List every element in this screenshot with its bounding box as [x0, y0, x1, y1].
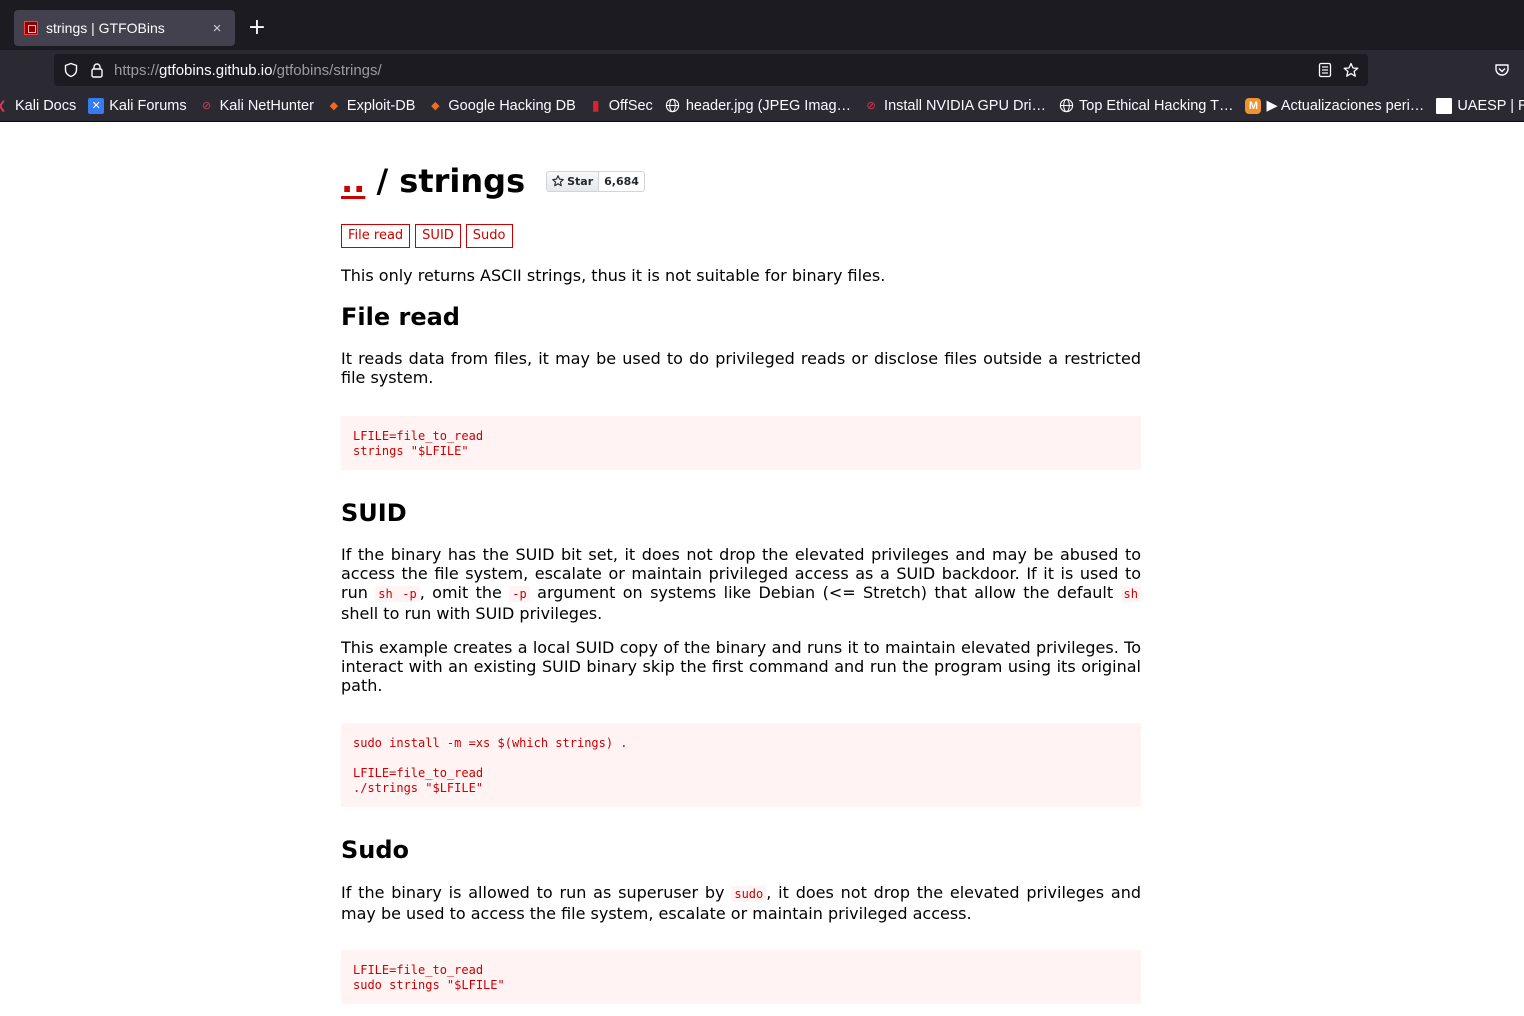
star-count[interactable]: 6,684 [599, 170, 645, 192]
bookmark-header-jpg[interactable]: header.jpg (JPEG Imag… [665, 98, 851, 114]
title-row: .. / strings Star 6,684 [341, 160, 645, 202]
inline-code: -p [509, 586, 530, 602]
suid-desc-text: argument on systems like Debian (<= Stre… [529, 583, 1121, 602]
bookmark-google-hacking-db[interactable]: ◆ Google Hacking DB [427, 97, 576, 114]
bookmark-uaesp[interactable]: UAESP | RU [1436, 97, 1524, 114]
kali-forums-icon: ✕ [88, 97, 105, 114]
github-star-button[interactable]: Star [546, 170, 600, 192]
tag-sudo[interactable]: Sudo [465, 224, 513, 248]
bookmark-top-ethical-hacking[interactable]: Top Ethical Hacking T… [1058, 98, 1233, 114]
reader-view-icon[interactable] [1312, 54, 1338, 86]
url-scheme: https:// [114, 61, 160, 79]
bookmark-kali-nethunter[interactable]: ⊘ Kali NetHunter [199, 98, 314, 114]
bookmark-label: Kali Docs [15, 97, 77, 114]
pocket-icon[interactable] [1492, 60, 1512, 80]
function-tags: File read SUID Sudo [341, 224, 518, 248]
tag-suid[interactable]: SUID [415, 224, 461, 248]
active-tab[interactable]: strings | GTFOBins × [14, 10, 235, 46]
suid-example-description: This example creates a local SUID copy o… [341, 638, 1141, 695]
bookmark-label: header.jpg (JPEG Imag… [685, 97, 852, 114]
file-read-description: It reads data from files, it may be used… [341, 349, 1141, 387]
file-read-code-block[interactable]: LFILE=file_to_read strings "$LFILE" [341, 416, 1141, 470]
offsec-icon: ▮ [591, 97, 600, 113]
globe-icon [1058, 98, 1074, 114]
tab-strip: strings | GTFOBins × + [0, 0, 1524, 50]
bookmark-star-icon[interactable] [1338, 54, 1364, 86]
file-read-heading: File read [341, 303, 460, 331]
suid-code-block[interactable]: sudo install -m =xs $(which strings) . L… [341, 723, 1141, 807]
bookmark-kali-forums[interactable]: ✕ Kali Forums [88, 97, 187, 114]
bookmark-label: OffSec [608, 97, 653, 114]
inline-code: sh [1120, 586, 1141, 602]
star-label: Star [567, 174, 594, 188]
inline-code: sh -p [375, 586, 420, 602]
new-tab-button[interactable]: + [245, 14, 269, 42]
shield-icon[interactable] [58, 54, 84, 86]
sudo-code-block[interactable]: LFILE=file_to_read sudo strings "$LFILE" [341, 950, 1141, 1004]
lock-icon[interactable] [84, 54, 110, 86]
tab-title: strings | GTFOBins [46, 20, 165, 36]
bookmark-actualizaciones[interactable]: M ▶ Actualizaciones peri… [1245, 97, 1425, 114]
page-title: .. / strings [341, 160, 525, 202]
sudo-heading: Sudo [341, 836, 410, 864]
m-icon: M [1245, 97, 1262, 114]
exploitdb-icon: ◆ [329, 100, 339, 112]
sudo-description: If the binary is allowed to run as super… [341, 883, 1141, 923]
parent-link[interactable]: .. [341, 162, 365, 200]
title-separator: / [365, 162, 400, 200]
nethunter-icon: ⊘ [202, 100, 212, 112]
url-text[interactable]: https://gtfobins.github.io/gtfobins/stri… [110, 62, 1312, 79]
bookmark-exploit-db[interactable]: ◆ Exploit-DB [326, 98, 416, 114]
bookmark-label: UAESP | RU [1457, 97, 1524, 114]
suid-desc-text: , omit the [419, 583, 510, 602]
binary-name: strings [399, 162, 526, 200]
url-path: /gtfobins/strings/ [272, 61, 382, 79]
gtfobins-favicon-icon [24, 21, 38, 35]
bookmark-install-nvidia[interactable]: ⊘ Install NVIDIA GPU Dri… [863, 98, 1046, 114]
github-star-widget: Star 6,684 [546, 170, 645, 192]
globe-icon [665, 98, 681, 114]
sudo-desc-text: If the binary is allowed to run as super… [341, 883, 732, 902]
bookmark-label: Install NVIDIA GPU Dri… [884, 97, 1046, 114]
bookmark-label: Top Ethical Hacking T… [1079, 97, 1234, 114]
bookmark-label: Kali NetHunter [219, 97, 314, 114]
nethunter-icon: ⊘ [866, 100, 876, 112]
intro-text: This only returns ASCII strings, thus it… [341, 266, 886, 285]
uaesp-icon [1436, 97, 1453, 114]
bookmark-kali-docs[interactable]: ❮ Kali Docs [0, 98, 76, 114]
suid-description: If the binary has the SUID bit set, it d… [341, 545, 1141, 623]
bookmark-label: Exploit-DB [346, 97, 416, 114]
close-tab-icon[interactable]: × [209, 20, 225, 37]
ghdb-icon: ◆ [431, 100, 440, 112]
url-host: gtfobins.github.io [159, 61, 273, 79]
star-icon [552, 175, 564, 187]
suid-desc-text: shell to run with SUID privileges. [341, 604, 603, 623]
bookmark-label: Google Hacking DB [448, 97, 576, 114]
kali-icon: ❮ [0, 98, 10, 114]
bookmarks-toolbar: ❮Kali Docs ✕Kali Forums ⊘Kali NetHunter … [0, 90, 1524, 122]
navigation-bar: https://gtfobins.github.io/gtfobins/stri… [0, 50, 1524, 90]
inline-code: sudo [731, 886, 767, 902]
bookmark-offsec[interactable]: ▮ OffSec [588, 97, 653, 114]
tag-file-read[interactable]: File read [341, 224, 411, 248]
suid-heading: SUID [341, 499, 407, 527]
url-bar[interactable]: https://gtfobins.github.io/gtfobins/stri… [54, 54, 1368, 86]
bookmark-label: Kali Forums [109, 97, 187, 114]
bookmark-label: ▶ Actualizaciones peri… [1266, 97, 1425, 114]
